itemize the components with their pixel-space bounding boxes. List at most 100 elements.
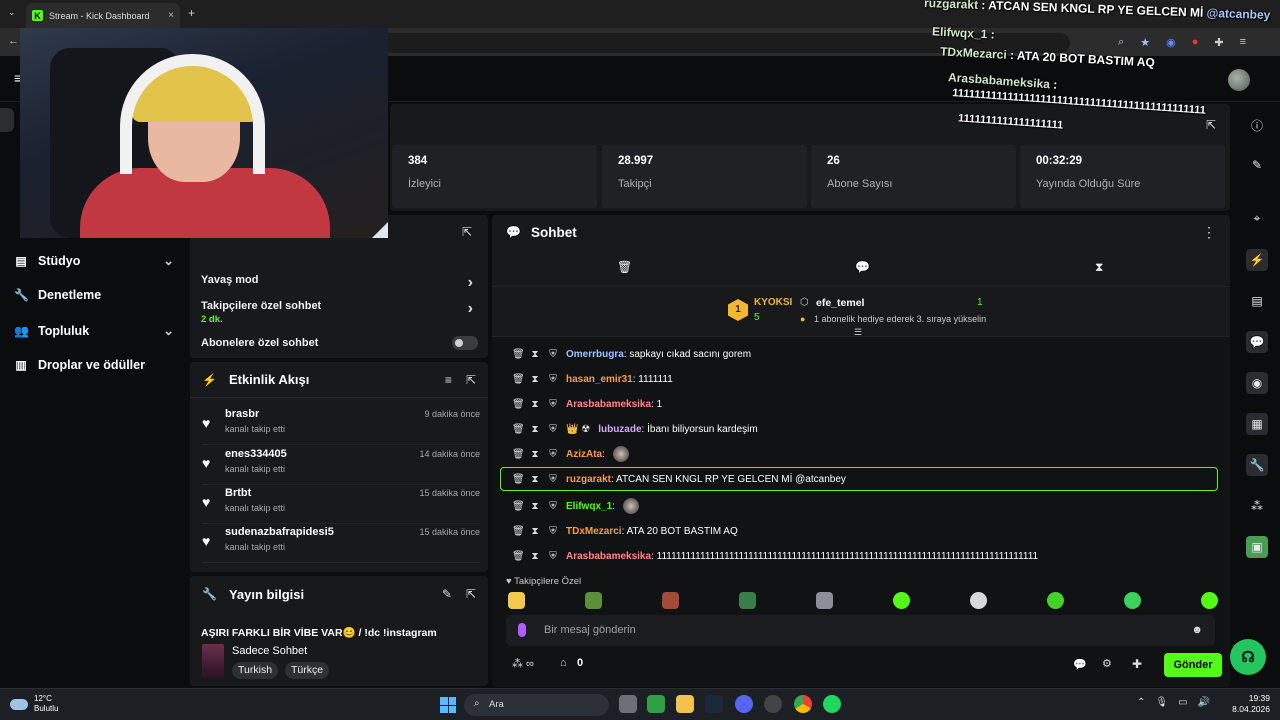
- task-view-icon[interactable]: [619, 695, 637, 713]
- message-username[interactable]: Omerrbugra: [566, 349, 624, 360]
- emote-icon[interactable]: [893, 592, 910, 609]
- message-username[interactable]: hasan_emir31: [566, 374, 633, 385]
- gifter-name[interactable]: efe_temel: [816, 297, 864, 309]
- tab-close-icon[interactable]: ×: [168, 10, 174, 21]
- nav-item-studio[interactable]: ▤ Stüdyo ⌄: [14, 253, 174, 269]
- leader-name[interactable]: KYOKSI: [754, 297, 792, 308]
- emote-icon[interactable]: [1124, 592, 1141, 609]
- send-button[interactable]: Gönder: [1164, 653, 1222, 677]
- chat-bubble-icon[interactable]: 💬: [855, 260, 870, 274]
- browser-tab[interactable]: K Stream - Kick Dashboard ×: [26, 3, 180, 28]
- popout-icon[interactable]: ⇱: [462, 225, 472, 239]
- layout-icon[interactable]: ▦: [1246, 413, 1268, 435]
- emote-icon[interactable]: [1047, 592, 1064, 609]
- message-username[interactable]: Elifwqx_1: [566, 501, 612, 512]
- new-tab-button[interactable]: +: [188, 6, 195, 20]
- microphone-icon[interactable]: [518, 623, 526, 637]
- timeout-icon[interactable]: ⧗: [530, 399, 540, 410]
- stream-tag[interactable]: Turkish: [232, 662, 279, 679]
- support-chat-button[interactable]: ☊: [1230, 639, 1266, 675]
- emote-icon[interactable]: [585, 592, 602, 609]
- timeout-icon[interactable]: ⧗: [530, 551, 540, 562]
- volume-icon[interactable]: 🔊: [1198, 697, 1210, 708]
- message-username[interactable]: lubuzade: [598, 424, 641, 435]
- wrench-icon[interactable]: 🔧: [1246, 454, 1268, 476]
- subscribers-only-toggle[interactable]: [452, 336, 478, 350]
- delete-message-icon[interactable]: 🗑: [512, 424, 525, 435]
- delete-message-icon[interactable]: 🗑: [512, 399, 525, 410]
- display-icon[interactable]: ▭: [1178, 697, 1187, 708]
- popout-icon[interactable]: ⇱: [466, 373, 476, 387]
- delete-message-icon[interactable]: 🗑: [512, 501, 525, 512]
- message-username[interactable]: AzizAta: [566, 449, 602, 460]
- puzzle-piece-icon[interactable]: ✚: [1132, 657, 1142, 671]
- timeout-icon[interactable]: ⧗: [530, 424, 540, 435]
- message-username[interactable]: Arasbabameksika: [566, 399, 651, 410]
- popout-icon[interactable]: ⇱: [466, 587, 476, 601]
- timeout-icon[interactable]: ⧗: [530, 526, 540, 537]
- bot-icon[interactable]: ▣: [1246, 536, 1268, 558]
- discord-icon[interactable]: [735, 695, 753, 713]
- delete-message-icon[interactable]: 🗑: [512, 449, 525, 460]
- timeout-icon[interactable]: ⧗: [530, 449, 540, 460]
- emote-icon[interactable]: [739, 592, 756, 609]
- users-icon[interactable]: ⁂: [1246, 495, 1268, 517]
- message-username[interactable]: TDxMezarci: [566, 526, 622, 537]
- tab-list-chevron-icon[interactable]: ⌄: [8, 7, 16, 18]
- slow-mode-row[interactable]: Yavaş mod ›: [201, 274, 477, 291]
- app-icon[interactable]: [764, 695, 782, 713]
- microphone-tray-icon[interactable]: 🎙: [1155, 697, 1168, 708]
- taskbar-clock[interactable]: 19:39 8.04.2026: [1232, 693, 1270, 715]
- timeout-icon[interactable]: ⧗: [530, 374, 540, 385]
- event-user[interactable]: brasbr: [225, 408, 259, 420]
- camera-icon[interactable]: ⌖: [1246, 207, 1268, 229]
- xbox-icon[interactable]: [647, 695, 665, 713]
- store-icon[interactable]: ⌂: [560, 657, 567, 669]
- collapse-icon[interactable]: ☰: [854, 327, 862, 338]
- nav-item-drops[interactable]: ▥ Droplar ve ödüller: [14, 358, 174, 372]
- settings-gear-icon[interactable]: ⚙: [1102, 657, 1112, 670]
- steam-icon[interactable]: [705, 695, 723, 713]
- filter-icon[interactable]: ≡: [445, 373, 452, 387]
- users-link-icon[interactable]: ⁂ ∞: [512, 657, 534, 670]
- delete-message-icon[interactable]: 🗑: [512, 526, 525, 537]
- chat-bubble-icon[interactable]: 💬: [1246, 331, 1268, 353]
- file-explorer-icon[interactable]: [676, 695, 694, 713]
- delete-message-icon[interactable]: 🗑: [512, 551, 525, 562]
- delete-message-icon[interactable]: 🗑: [512, 474, 525, 485]
- followers-only-row[interactable]: Takipçilere özel sohbet 2 dk. ›: [201, 300, 477, 325]
- edit-pencil-icon[interactable]: ✎: [1246, 154, 1268, 176]
- stream-tag[interactable]: Türkçe: [285, 662, 330, 679]
- emote-icon[interactable]: [662, 592, 679, 609]
- emote-icon[interactable]: [970, 592, 987, 609]
- trash-icon[interactable]: 🗑: [617, 260, 632, 274]
- back-arrow-icon[interactable]: ←: [8, 35, 19, 47]
- event-user[interactable]: Brtbt: [225, 487, 251, 499]
- lightning-icon[interactable]: ⚡: [1246, 249, 1268, 271]
- message-username[interactable]: Arasbabameksika: [566, 551, 651, 562]
- event-user[interactable]: sudenazbafrapidesi5: [225, 526, 334, 538]
- spotify-icon[interactable]: [823, 695, 841, 713]
- emote-icon[interactable]: [1201, 592, 1218, 609]
- chrome-icon[interactable]: [794, 695, 812, 713]
- category-name[interactable]: Sadece Sohbet: [232, 645, 307, 657]
- emote-icon[interactable]: [508, 592, 525, 609]
- nav-item-community[interactable]: 👥 Topluluk ⌄: [14, 323, 174, 339]
- tray-chevron-icon[interactable]: ⌃: [1137, 697, 1145, 708]
- timeout-icon[interactable]: ⧗: [530, 349, 540, 360]
- event-user[interactable]: enes334405: [225, 448, 287, 460]
- more-options-icon[interactable]: ⋮: [1202, 224, 1216, 241]
- windows-start-icon[interactable]: [440, 697, 456, 713]
- delete-message-icon[interactable]: 🗑: [512, 374, 525, 385]
- message-username[interactable]: ruzgarakt: [566, 474, 611, 485]
- timeout-icon[interactable]: ⧗: [530, 501, 540, 512]
- taskbar-search[interactable]: ⌕ Ara: [464, 694, 609, 716]
- edit-pencil-icon[interactable]: ✎: [442, 587, 452, 601]
- chat-message-input[interactable]: Bir mesaj gönderin ☻: [506, 615, 1215, 646]
- nav-item-moderation[interactable]: 🔧 Denetleme: [14, 288, 174, 302]
- chat-bubble-icon[interactable]: 💬: [1073, 658, 1087, 671]
- broadcast-icon[interactable]: ◉: [1246, 372, 1268, 394]
- delete-message-icon[interactable]: 🗑: [512, 349, 525, 360]
- emoji-icon[interactable]: ☻: [1191, 624, 1203, 636]
- document-icon[interactable]: ▤: [1246, 290, 1268, 312]
